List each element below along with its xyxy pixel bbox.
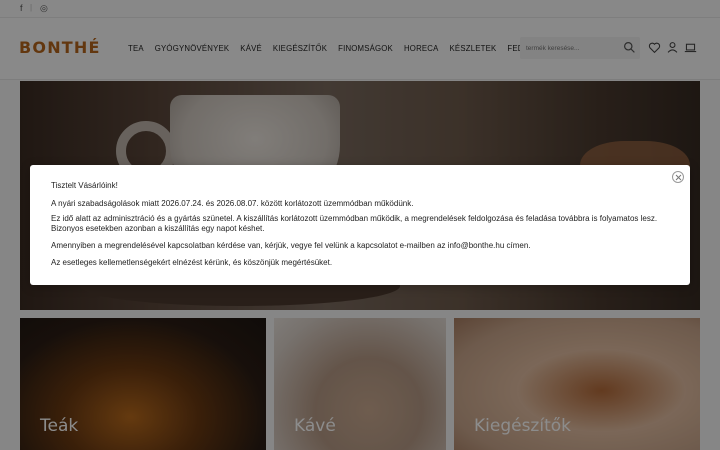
modal-greeting: Tisztelt Vásárlóink! [51,181,118,190]
modal-line: A nyári szabadságolások miatt 2026.07.24… [51,199,414,208]
modal-line: Amennyiben a megrendelésével kapcsolatba… [51,241,531,250]
modal-line: Bizonyos esetekben azonban a kiszállítás… [51,224,265,233]
notice-modal: Tisztelt Vásárlóink! A nyári szabadságol… [30,165,690,285]
modal-line: Az esetleges kellemetlenségekért elnézés… [51,258,333,267]
modal-line: Ez idő alatt az adminisztráció és a gyár… [51,214,658,223]
